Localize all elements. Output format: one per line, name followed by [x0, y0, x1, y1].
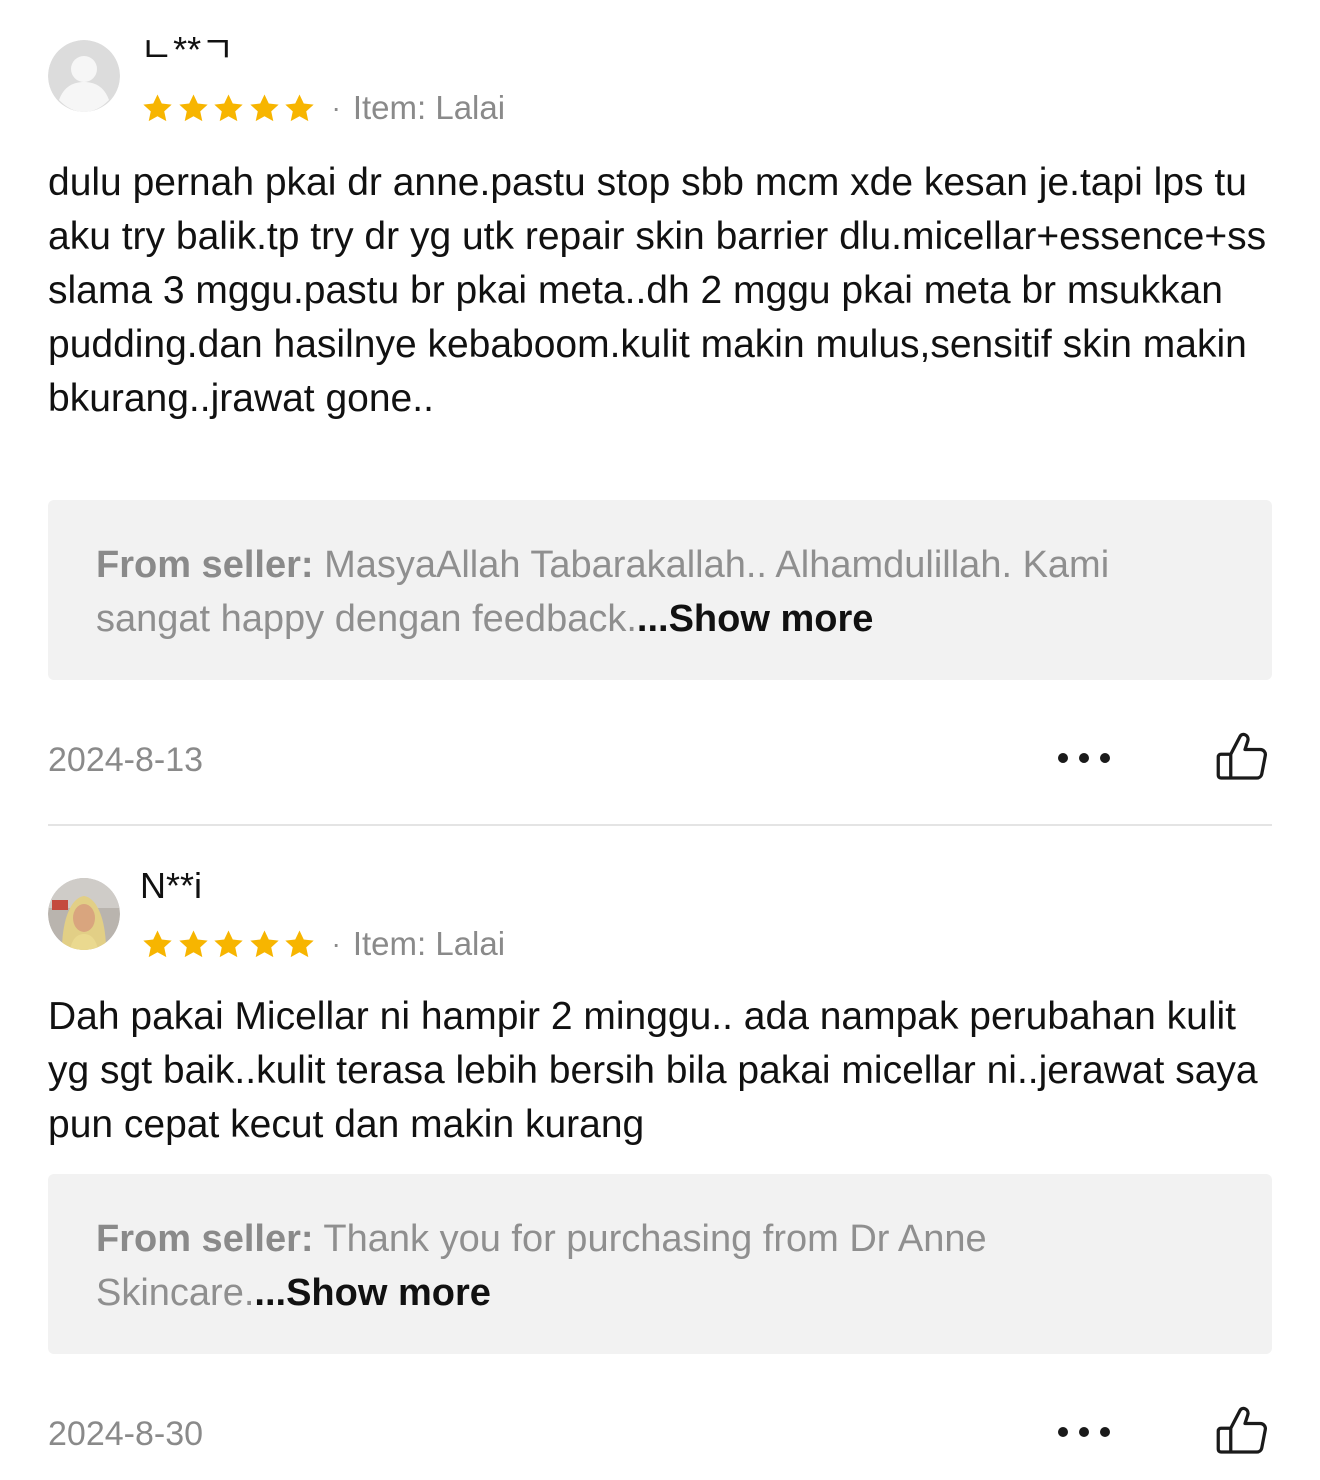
more-horizontal-icon: [1058, 1427, 1068, 1437]
thumbs-up-icon[interactable]: [1212, 728, 1272, 788]
more-horizontal-dot: [1100, 1427, 1110, 1437]
review-date: 2024-8-13: [48, 741, 204, 779]
star-rating: [140, 92, 318, 125]
separator-dot: ·: [331, 92, 341, 123]
more-options-button[interactable]: [1058, 744, 1110, 772]
more-horizontal-dot: [1100, 753, 1110, 763]
seller-reply-prefix: From seller:: [96, 1218, 314, 1260]
more-horizontal-dot: [1079, 753, 1089, 763]
star-icon: [143, 929, 172, 957]
seller-reply-prefix: From seller:: [96, 544, 314, 586]
rating-row: · Item: Lalai: [140, 88, 505, 128]
seller-reply-box[interactable]: From seller: Thank you for purchasing fr…: [48, 1174, 1272, 1354]
item-variant: Item: Lalai: [352, 925, 506, 962]
item-variant: Item: Lalai: [352, 89, 506, 126]
review-text: Dah pakai Micellar ni hampir 2 minggu.. …: [48, 995, 1258, 1146]
seller-reply: From seller: MasyaAllah Tabarakallah.. A…: [96, 538, 1224, 646]
separator-dot: ·: [331, 928, 341, 959]
review-footer: 2024-8-30: [48, 1404, 1272, 1464]
review-divider: [48, 824, 1272, 826]
star-icon: [285, 93, 314, 121]
star-icon: [214, 93, 243, 121]
star-icon: [214, 929, 243, 957]
seller-reply: From seller: Thank you for purchasing fr…: [96, 1212, 1224, 1320]
thumbs-up-icon[interactable]: [1212, 1402, 1272, 1462]
reviewer-name: N**i: [140, 865, 203, 906]
star-icon: [178, 93, 208, 121]
review-date: 2024-8-30: [48, 1415, 204, 1453]
avatar[interactable]: [48, 878, 120, 950]
star-icon: [249, 929, 279, 957]
default-avatar-icon: [48, 40, 120, 112]
reviewer-name: ㄴ**ㄱ: [140, 29, 235, 70]
review-footer: 2024-8-13: [48, 730, 1272, 790]
star-icon: [249, 93, 279, 121]
star-icon: [285, 929, 314, 957]
star-icon: [178, 929, 208, 957]
show-more-link[interactable]: ...Show more: [254, 1272, 490, 1314]
more-options-button[interactable]: [1058, 1418, 1110, 1446]
avatar[interactable]: [48, 40, 120, 112]
show-more-link[interactable]: ...Show more: [637, 598, 873, 640]
user-photo-avatar-icon: [48, 878, 120, 950]
review-text: dulu pernah pkai dr anne.pastu stop sbb …: [48, 161, 1267, 420]
star-rating: [140, 928, 318, 961]
more-horizontal-dot: [1079, 1427, 1089, 1437]
rating-row: · Item: Lalai: [140, 924, 505, 964]
seller-reply-box[interactable]: From seller: MasyaAllah Tabarakallah.. A…: [48, 500, 1272, 680]
more-horizontal-icon: [1058, 753, 1068, 763]
star-icon: [143, 93, 172, 121]
